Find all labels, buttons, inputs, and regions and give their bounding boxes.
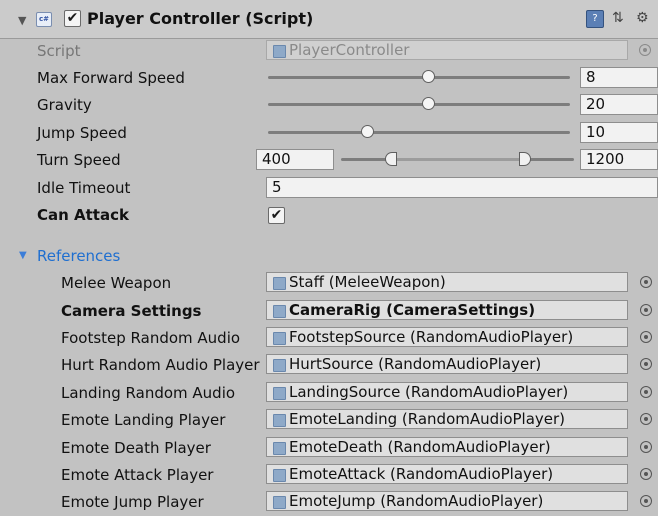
reference-row-landing-audio: Landing Random Audio LandingSource (Rand… (0, 380, 658, 407)
hurt-audio-label: Hurt Random Audio Player (61, 356, 260, 374)
reference-row-emote-death: Emote Death Player EmoteDeath (RandomAud… (0, 435, 658, 462)
max-forward-speed-slider-thumb[interactable] (421, 70, 435, 83)
reference-row-camera-settings: Camera Settings CameraRig (CameraSetting… (0, 298, 658, 325)
object-picker-icon[interactable] (640, 468, 652, 480)
reference-row-footstep-audio: Footstep Random Audio FootstepSource (Ra… (0, 325, 658, 352)
landing-audio-field[interactable]: LandingSource (RandomAudioPlayer) (266, 382, 628, 402)
references-label[interactable]: References (37, 247, 120, 265)
jump-speed-slider-thumb[interactable] (361, 125, 375, 138)
gravity-label: Gravity (37, 96, 92, 114)
emote-attack-field[interactable]: EmoteAttack (RandomAudioPlayer) (266, 464, 628, 484)
component-header: ▼ c# ✔ Player Controller (Script) ? ⇅ ⚙ (0, 0, 658, 39)
reference-row-emote-landing: Emote Landing Player EmoteLanding (Rando… (0, 407, 658, 434)
object-picker-icon[interactable] (640, 276, 652, 288)
can-attack-checkbox[interactable]: ✔ (268, 207, 285, 224)
gravity-slider-track[interactable] (268, 103, 570, 106)
object-picker-icon[interactable] (640, 495, 652, 507)
turn-speed-label: Turn Speed (37, 151, 121, 169)
idle-timeout-input[interactable]: 5 (266, 177, 658, 198)
max-forward-speed-row: Max Forward Speed 8 (0, 65, 658, 92)
object-picker-icon[interactable] (640, 413, 652, 425)
emote-attack-value: EmoteAttack (RandomAudioPlayer) (289, 465, 554, 483)
turn-speed-min-input[interactable]: 400 (256, 149, 334, 170)
prefab-icon (273, 277, 286, 290)
idle-timeout-row: Idle Timeout 5 (0, 175, 658, 202)
prefab-icon (273, 414, 286, 427)
turn-speed-min-handle[interactable] (385, 152, 397, 166)
gravity-slider-thumb[interactable] (421, 97, 435, 110)
gravity-row: Gravity 20 (0, 92, 658, 119)
hurt-audio-value: HurtSource (RandomAudioPlayer) (289, 355, 542, 373)
turn-speed-max-input[interactable]: 1200 (580, 149, 658, 170)
foldout-arrow-icon[interactable]: ▼ (18, 14, 26, 27)
can-attack-row: Can Attack ✔ (0, 202, 658, 229)
max-forward-speed-input[interactable]: 8 (580, 67, 658, 88)
prefab-icon (273, 359, 286, 372)
reference-row-hurt-audio: Hurt Random Audio Player HurtSource (Ran… (0, 352, 658, 379)
gear-icon[interactable]: ⚙ (636, 10, 649, 26)
camera-settings-field[interactable]: CameraRig (CameraSettings) (266, 300, 628, 320)
emote-death-label: Emote Death Player (61, 439, 211, 457)
prefab-icon (273, 332, 286, 345)
preset-icon[interactable]: ⇅ (612, 10, 624, 26)
prefab-icon (273, 442, 286, 455)
object-picker-icon (639, 44, 651, 56)
max-forward-speed-slider-track[interactable] (268, 76, 570, 79)
turn-speed-row: Turn Speed 400 1200 (0, 147, 658, 174)
jump-speed-slider-track[interactable] (268, 131, 570, 134)
script-asset-icon (273, 45, 286, 58)
script-row: Script PlayerController (0, 38, 658, 65)
footstep-audio-label: Footstep Random Audio (61, 329, 241, 347)
component-title: Player Controller (Script) (87, 9, 314, 28)
prefab-icon (273, 496, 286, 509)
emote-death-field[interactable]: EmoteDeath (RandomAudioPlayer) (266, 437, 628, 457)
object-picker-icon[interactable] (640, 441, 652, 453)
melee-weapon-field[interactable]: Staff (MeleeWeapon) (266, 272, 628, 292)
turn-speed-max-handle[interactable] (519, 152, 531, 166)
landing-audio-value: LandingSource (RandomAudioPlayer) (289, 383, 569, 401)
jump-speed-input[interactable]: 10 (580, 122, 658, 143)
footstep-audio-field[interactable]: FootstepSource (RandomAudioPlayer) (266, 327, 628, 347)
emote-jump-field[interactable]: EmoteJump (RandomAudioPlayer) (266, 491, 628, 511)
help-icon[interactable]: ? (586, 10, 604, 28)
emote-jump-value: EmoteJump (RandomAudioPlayer) (289, 492, 544, 510)
landing-audio-label: Landing Random Audio (61, 384, 236, 402)
emote-landing-field[interactable]: EmoteLanding (RandomAudioPlayer) (266, 409, 628, 429)
footstep-audio-value: FootstepSource (RandomAudioPlayer) (289, 328, 574, 346)
can-attack-label: Can Attack (37, 206, 129, 224)
emote-landing-value: EmoteLanding (RandomAudioPlayer) (289, 410, 566, 428)
max-forward-speed-label: Max Forward Speed (37, 69, 185, 87)
reference-row-emote-jump: Emote Jump Player EmoteJump (RandomAudio… (0, 489, 658, 516)
script-value: PlayerController (289, 41, 410, 59)
references-foldout-arrow-icon[interactable]: ▼ (19, 250, 27, 261)
reference-row-emote-attack: Emote Attack Player EmoteAttack (RandomA… (0, 462, 658, 489)
hurt-audio-field[interactable]: HurtSource (RandomAudioPlayer) (266, 354, 628, 374)
camera-settings-value: CameraRig (CameraSettings) (289, 301, 536, 319)
script-field: PlayerController (266, 40, 628, 60)
jump-speed-label: Jump Speed (37, 124, 127, 142)
script-label: Script (37, 42, 81, 60)
jump-speed-row: Jump Speed 10 (0, 120, 658, 147)
idle-timeout-label: Idle Timeout (37, 179, 131, 197)
emote-landing-label: Emote Landing Player (61, 411, 226, 429)
emote-attack-label: Emote Attack Player (61, 466, 214, 484)
prefab-icon (273, 387, 286, 400)
melee-weapon-value: Staff (MeleeWeapon) (289, 273, 446, 291)
emote-jump-label: Emote Jump Player (61, 493, 204, 511)
prefab-icon (273, 469, 286, 482)
csharp-script-icon: c# (36, 12, 52, 27)
turn-speed-minmax-range[interactable] (392, 158, 526, 161)
references-foldout[interactable]: ▼ References (0, 243, 658, 270)
emote-death-value: EmoteDeath (RandomAudioPlayer) (289, 438, 551, 456)
component-enabled-checkbox[interactable]: ✔ (64, 10, 81, 27)
object-picker-icon[interactable] (640, 358, 652, 370)
gravity-input[interactable]: 20 (580, 94, 658, 115)
object-picker-icon[interactable] (640, 331, 652, 343)
object-picker-icon[interactable] (640, 386, 652, 398)
prefab-icon (273, 305, 286, 318)
reference-row-melee-weapon: Melee Weapon Staff (MeleeWeapon) (0, 270, 658, 297)
camera-settings-label: Camera Settings (61, 302, 202, 320)
melee-weapon-label: Melee Weapon (61, 274, 172, 292)
object-picker-icon[interactable] (640, 304, 652, 316)
